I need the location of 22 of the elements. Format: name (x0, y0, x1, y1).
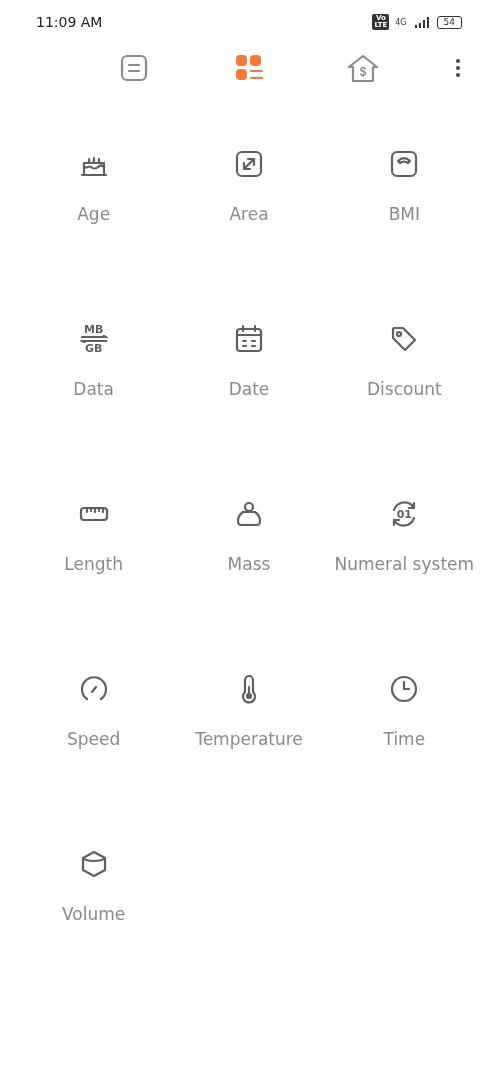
converter-item[interactable]: Speed (16, 672, 172, 847)
calculator-icon (234, 53, 264, 83)
converter-item[interactable]: Mass (171, 497, 327, 672)
resize-icon (233, 148, 265, 180)
converter-item[interactable]: Date (171, 322, 327, 497)
status-time: 11:09 AM (36, 14, 103, 30)
converter-item[interactable]: MB GB Data (16, 322, 172, 497)
list-icon (119, 53, 149, 83)
converter-item[interactable]: 01 Numeral system (326, 497, 482, 672)
converter-item[interactable]: Discount (326, 322, 482, 497)
calendar-icon (233, 323, 265, 355)
converter-item[interactable]: Volume (16, 847, 172, 1022)
converter-item[interactable]: Time (326, 672, 482, 847)
battery-level: 54 (436, 15, 462, 29)
converter-item[interactable]: Age (16, 147, 172, 322)
converter-item[interactable]: Temperature (171, 672, 327, 847)
signal-icon (412, 16, 431, 28)
converter-item[interactable]: Area (171, 147, 327, 322)
network-type: 4G (395, 18, 407, 27)
converter-item[interactable]: BMI (326, 147, 482, 322)
more-icon (455, 58, 461, 78)
converter-item[interactable]: Length (16, 497, 172, 672)
